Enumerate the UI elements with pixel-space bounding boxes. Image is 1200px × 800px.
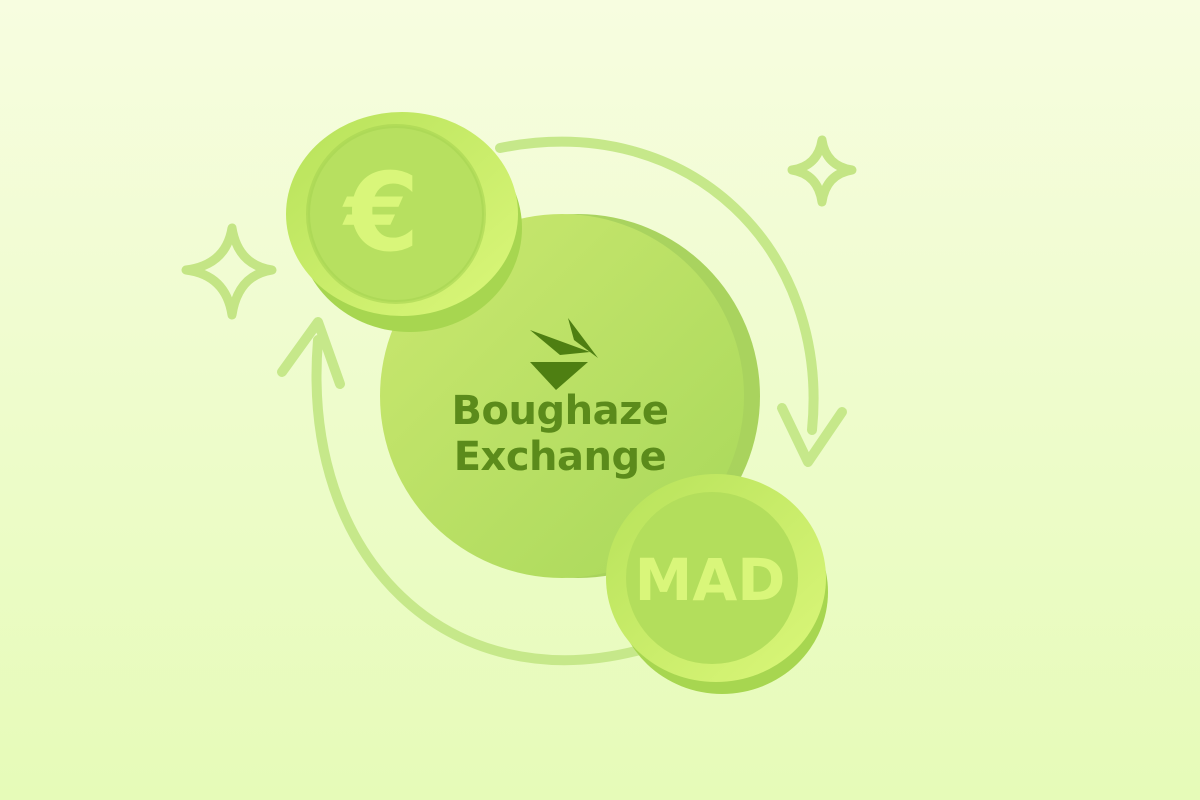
- sparkle-icon: [787, 135, 857, 207]
- brand-name: Boughaze Exchange: [410, 388, 710, 480]
- arrowhead-left: [277, 317, 345, 389]
- mad-label: MAD: [635, 546, 786, 614]
- euro-symbol: €: [341, 151, 419, 276]
- brand-line-1: Boughaze: [451, 388, 669, 434]
- sparkle-left: [181, 223, 277, 320]
- sparkle-right: [787, 135, 857, 207]
- brand-line-2: Exchange: [453, 434, 667, 480]
- sparkle-icon: [181, 223, 277, 320]
